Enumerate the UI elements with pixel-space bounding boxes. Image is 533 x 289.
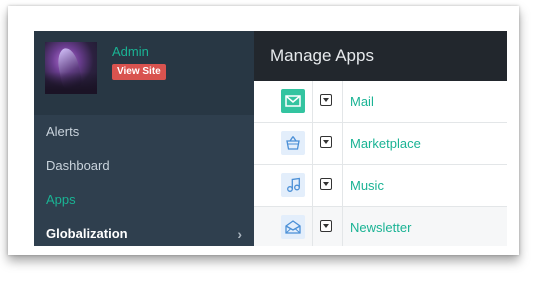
table-row: Newsletter: [254, 207, 507, 246]
apps-table: Mail Marketplace Music Newsletter: [254, 81, 507, 246]
page-header: Manage Apps: [254, 31, 507, 81]
chevron-right-icon: ›: [237, 226, 242, 242]
dropdown-toggle-icon[interactable]: [320, 220, 332, 232]
sidebar-item-apps[interactable]: Apps: [34, 183, 254, 217]
sidebar-item-label: Apps: [46, 192, 76, 207]
user-name-link[interactable]: Admin: [112, 44, 149, 59]
sidebar-item-dashboard[interactable]: Dashboard: [34, 149, 254, 183]
app-link-newsletter[interactable]: Newsletter: [350, 220, 411, 235]
envelope-open-icon: [281, 215, 305, 239]
sidebar-item-globalization[interactable]: Globalization ›: [34, 217, 254, 246]
sidebar: Admin View Site Alerts Dashboard Apps Gl…: [34, 31, 254, 246]
table-row: Music: [254, 165, 507, 207]
sidebar-item-label: Alerts: [46, 124, 80, 139]
page-title: Manage Apps: [270, 46, 374, 65]
sidebar-item-label: Globalization: [46, 226, 128, 241]
row-toggle-cell: [312, 207, 343, 246]
app-link-marketplace[interactable]: Marketplace: [350, 136, 421, 151]
dropdown-toggle-icon[interactable]: [320, 94, 332, 106]
app-icon-cell: [278, 207, 313, 246]
user-panel: Admin View Site: [34, 31, 254, 115]
app-icon-cell: [278, 81, 313, 122]
sidebar-item-alerts[interactable]: Alerts: [34, 115, 254, 149]
row-toggle-cell: [312, 81, 343, 122]
screenshot-frame: Admin View Site Alerts Dashboard Apps Gl…: [8, 6, 519, 255]
row-toggle-cell: [312, 165, 343, 206]
app-icon-cell: [278, 123, 313, 164]
app-link-music[interactable]: Music: [350, 178, 384, 193]
dropdown-toggle-icon[interactable]: [320, 136, 332, 148]
dropdown-toggle-icon[interactable]: [320, 178, 332, 190]
avatar[interactable]: [45, 42, 97, 94]
basket-icon: [281, 131, 305, 155]
app-link-mail[interactable]: Mail: [350, 94, 374, 109]
mail-icon: [281, 89, 305, 113]
row-toggle-cell: [312, 123, 343, 164]
table-row: Marketplace: [254, 123, 507, 165]
sidebar-item-label: Dashboard: [46, 158, 110, 173]
view-site-button[interactable]: View Site: [112, 64, 166, 80]
app-window: Admin View Site Alerts Dashboard Apps Gl…: [34, 31, 507, 246]
table-row: Mail: [254, 81, 507, 123]
app-icon-cell: [278, 165, 313, 206]
music-note-icon: [281, 173, 305, 197]
